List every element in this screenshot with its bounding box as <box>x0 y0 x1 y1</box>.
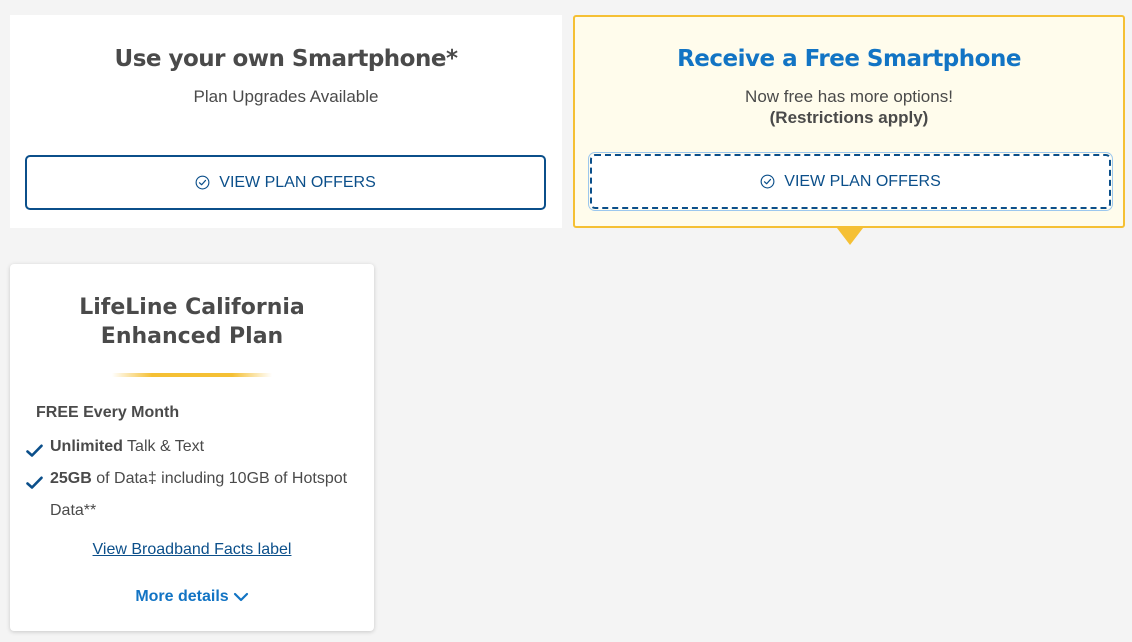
feature-rest: of Data‡ including 10GB of Hotspot Data*… <box>50 470 348 519</box>
check-circle-icon <box>195 175 210 190</box>
chevron-down-icon <box>233 591 249 603</box>
plan-feature-text: 25GB of Data‡ including 10GB of Hotspot … <box>26 463 366 527</box>
feature-rest: Talk & Text <box>122 438 205 455</box>
more-details-toggle[interactable]: More details <box>10 588 374 606</box>
free-phone-option-card[interactable]: Receive a Free Smartphone Now free has m… <box>573 15 1125 228</box>
plan-feature-item: 25GB of Data‡ including 10GB of Hotspot … <box>26 463 366 527</box>
plan-title: LifeLine California Enhanced Plan <box>10 293 374 351</box>
free-phone-button-label: VIEW PLAN OFFERS <box>784 172 941 190</box>
selected-pointer-arrow <box>837 228 863 245</box>
more-details-label: More details <box>135 588 229 605</box>
byo-view-plan-offers-button[interactable]: VIEW PLAN OFFERS <box>25 155 546 210</box>
byo-title: Use your own Smartphone* <box>114 46 458 72</box>
plan-title-line1: LifeLine California <box>79 295 305 320</box>
plan-free-label: FREE Every Month <box>36 404 180 421</box>
checkmark-icon <box>26 470 43 502</box>
broadband-facts-link[interactable]: View Broadband Facts label <box>10 541 374 559</box>
byo-subtitle: Plan Upgrades Available <box>193 87 379 106</box>
free-phone-subtitle: Now free has more options! <box>745 87 953 106</box>
byo-button-label: VIEW PLAN OFFERS <box>219 173 376 191</box>
plan-divider <box>112 373 272 377</box>
plan-title-line2: Enhanced Plan <box>100 324 284 349</box>
feature-bold: 25GB <box>50 470 92 487</box>
free-phone-view-plan-offers-button[interactable]: VIEW PLAN OFFERS <box>588 152 1113 211</box>
feature-bold: Unlimited <box>50 438 123 455</box>
check-circle-icon <box>760 174 775 189</box>
free-phone-title: Receive a Free Smartphone <box>677 46 1021 72</box>
byo-option-card[interactable]: Use your own Smartphone* Plan Upgrades A… <box>10 15 562 228</box>
restrictions-note: (Restrictions apply) <box>769 108 929 127</box>
plan-feature-item: Unlimited Talk & Text <box>26 431 204 463</box>
plan-card: LifeLine California Enhanced Plan FREE E… <box>10 264 374 631</box>
plan-feature-text: Unlimited Talk & Text <box>26 431 204 463</box>
